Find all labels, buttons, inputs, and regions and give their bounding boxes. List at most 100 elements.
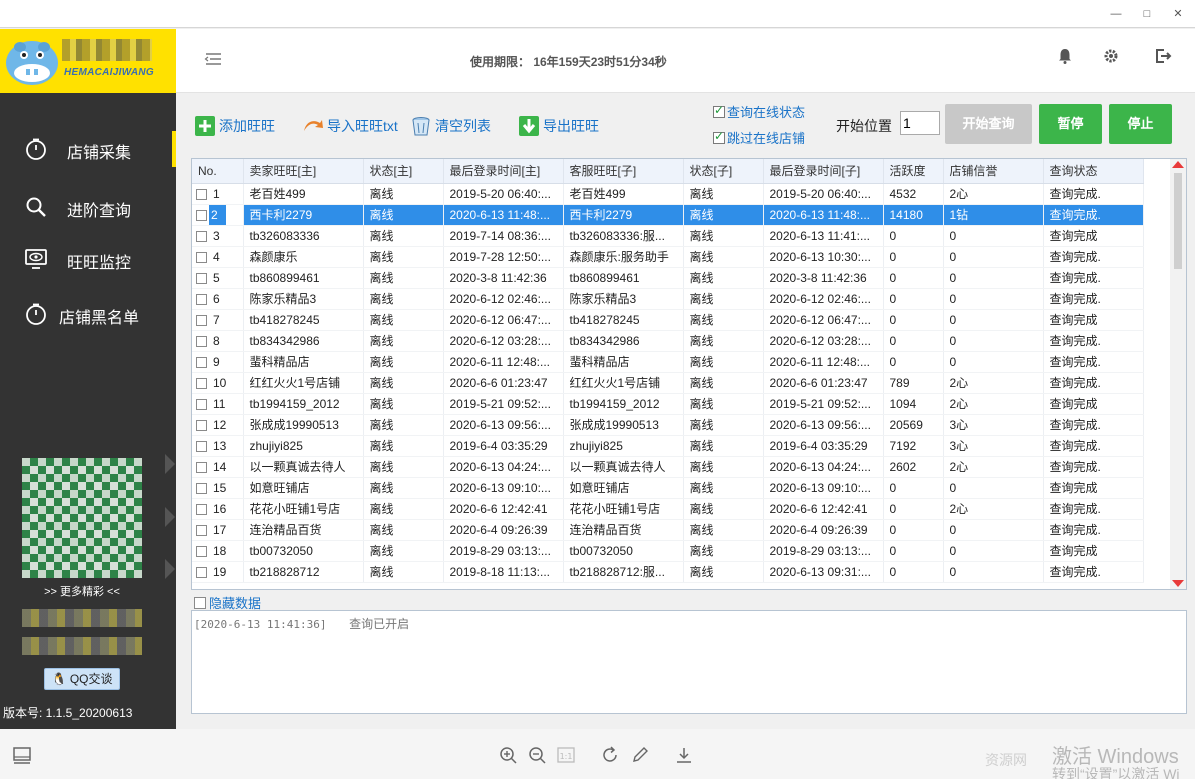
sidebar-item-shop-blacklist[interactable]: 店铺黑名单 [0, 294, 176, 334]
sidebar-item-label: 店铺黑名单 [59, 310, 140, 327]
table-row[interactable]: 13 zhujiyi825 离线 2019-6-4 03:35:29 zhujiyi82… [192, 435, 1144, 457]
table-cell: 森颜康乐 [243, 246, 364, 268]
minimize-button[interactable]: — [1108, 6, 1124, 22]
table-row[interactable]: 4 森颜康乐 离线 2019-7-28 12:50:... 森颜康乐:服务助手 离线 202… [192, 246, 1144, 268]
sidebar-item-wangwang-monitor[interactable]: 旺旺监控 [0, 239, 176, 279]
column-header[interactable]: 卖家旺旺[主] [243, 159, 364, 184]
table-row[interactable]: 15 如意旺铺店 离线 2020-6-13 09:10:... 如意旺铺店 离线 2020-… [192, 477, 1144, 499]
bell-icon[interactable] [1056, 47, 1074, 65]
table-scrollbar[interactable] [1170, 159, 1186, 589]
window-titlebar: — □ ✕ [0, 0, 1195, 28]
table-cell: 4532 [883, 183, 944, 205]
scroll-down-icon[interactable] [1172, 580, 1184, 587]
table-cell: 2020-6-4 09:26:39 [443, 519, 564, 541]
row-checkbox[interactable] [196, 251, 207, 263]
column-header[interactable]: 状态[主] [363, 159, 444, 184]
download-icon[interactable] [674, 745, 694, 765]
table-row[interactable]: 17 连治精品百货 离线 2020-6-4 09:26:39 连治精品百货 离线 2020-… [192, 519, 1144, 541]
table-row[interactable]: 6 陈家乐精品3 离线 2020-6-12 02:46:... 陈家乐精品3 离线 2020… [192, 288, 1144, 310]
svg-text:1:1: 1:1 [560, 752, 573, 761]
row-checkbox[interactable] [196, 293, 207, 305]
logout-icon[interactable] [1154, 47, 1172, 65]
row-checkbox[interactable] [196, 524, 207, 536]
table-cell: 离线 [363, 267, 444, 289]
row-checkbox[interactable] [196, 230, 207, 242]
row-checkbox[interactable] [196, 482, 207, 494]
scrollbar-thumb[interactable] [1174, 173, 1182, 269]
table-row[interactable]: 16 花花小旺铺1号店 离线 2020-6-6 12:42:41 花花小旺铺1号店 离线 2… [192, 498, 1144, 520]
row-checkbox[interactable] [196, 377, 207, 389]
table-row[interactable]: 1 老百姓499 离线 2019-5-20 06:40:... 老百姓499 离线 2019… [192, 183, 1144, 205]
start-position-input[interactable] [900, 111, 940, 135]
table-cell: 2020-6-12 02:46:... [763, 288, 884, 310]
start-query-button[interactable]: 开始查询 [945, 104, 1032, 144]
column-header[interactable]: 活跃度 [883, 159, 944, 184]
column-header[interactable]: 店铺信誉 [943, 159, 1044, 184]
pencil-icon[interactable] [630, 745, 650, 765]
actual-size-icon[interactable]: 1:1 [556, 745, 576, 765]
rotate-icon[interactable] [600, 745, 620, 765]
check-online-status-checkbox[interactable]: 查询在线状态 [713, 102, 805, 121]
close-button[interactable]: ✕ [1170, 6, 1186, 22]
layout-icon[interactable] [12, 745, 32, 765]
pause-button[interactable]: 暂停 [1039, 104, 1102, 144]
row-checkbox[interactable] [196, 545, 207, 557]
export-wangwang-button[interactable]: 导出旺旺 [518, 114, 599, 138]
blurred-info [22, 609, 142, 627]
table-row[interactable]: 19 tb218828712 离线 2019-8-18 11:13:... tb2188… [192, 561, 1144, 583]
row-checkbox[interactable] [196, 314, 207, 326]
skip-online-label: 跳过在线店铺 [727, 131, 806, 146]
sidebar-item-shop-collect[interactable]: 店铺采集 [0, 129, 176, 169]
table-row[interactable]: 12 张成成19990513 离线 2020-6-13 09:56:... 张成成199… [192, 414, 1144, 436]
table-cell: 蜚科精品店 [243, 351, 364, 373]
table-cell: 2020-6-13 09:10:... [763, 477, 884, 499]
table-row[interactable]: 5 tb860899461 离线 2020-3-8 11:42:36 tb8608994… [192, 267, 1144, 289]
import-txt-button[interactable]: 导入旺旺txt [302, 114, 398, 138]
row-checkbox[interactable] [196, 398, 207, 410]
table-row[interactable]: 3 tb326083336 离线 2019-7-14 08:36:... tb32608… [192, 225, 1144, 247]
add-wangwang-button[interactable]: 添加旺旺 [194, 114, 275, 138]
row-checkbox[interactable] [196, 503, 207, 515]
menu-collapse-icon[interactable] [204, 51, 222, 67]
qq-chat-button[interactable]: 🐧 QQ交谈 [44, 668, 120, 690]
zoom-out-icon[interactable] [527, 745, 547, 765]
skip-online-shops-checkbox[interactable]: 跳过在线店铺 [713, 128, 805, 147]
export-wangwang-label: 导出旺旺 [543, 118, 599, 134]
column-header[interactable]: 客服旺旺[子] [563, 159, 684, 184]
stop-button[interactable]: 停止 [1109, 104, 1172, 144]
column-header[interactable]: No. [192, 159, 244, 184]
row-checkbox[interactable] [196, 566, 207, 578]
column-header[interactable]: 最后登录时间[主] [443, 159, 564, 184]
table-row[interactable]: 2 西卡利2279 离线 2020-6-13 11:48:... 西卡利2279 离线 20… [192, 204, 1144, 226]
zoom-in-icon[interactable] [498, 745, 518, 765]
table-row[interactable]: 7 tb418278245 离线 2020-6-12 06:47:... tb41827… [192, 309, 1144, 331]
row-checkbox[interactable] [196, 188, 207, 200]
table-cell: 0 [943, 225, 1044, 247]
table-row[interactable]: 10 红红火火1号店铺 离线 2020-6-6 01:23:47 红红火火1号店铺 离线 2… [192, 372, 1144, 394]
column-header[interactable]: 最后登录时间[子] [763, 159, 884, 184]
row-checkbox[interactable] [196, 440, 207, 452]
table-cell: 连治精品百货 [243, 519, 364, 541]
sidebar-item-advanced-query[interactable]: 进阶查询 [0, 187, 176, 227]
column-header[interactable]: 查询状态 [1043, 159, 1144, 184]
clear-list-button[interactable]: 清空列表 [410, 114, 491, 138]
table-cell: 离线 [683, 288, 764, 310]
table-row[interactable]: 18 tb00732050 离线 2019-8-29 03:13:... tb00732… [192, 540, 1144, 562]
gear-icon[interactable] [1102, 47, 1120, 65]
table-row[interactable]: 9 蜚科精品店 离线 2020-6-11 12:48:... 蜚科精品店 离线 2020-6… [192, 351, 1144, 373]
row-checkbox[interactable] [196, 461, 207, 473]
row-checkbox[interactable] [196, 272, 207, 284]
row-checkbox[interactable] [196, 209, 207, 221]
row-checkbox[interactable] [196, 356, 207, 368]
table-row[interactable]: 11 tb1994159_2012 离线 2019-5-21 09:52:... tb1… [192, 393, 1144, 415]
row-checkbox[interactable] [196, 335, 207, 347]
more-link[interactable]: >> 更多精彩 << [0, 583, 164, 599]
table-cell: 如意旺铺店 [243, 477, 364, 499]
scroll-up-icon[interactable] [1172, 161, 1184, 168]
row-checkbox[interactable] [196, 419, 207, 431]
maximize-button[interactable]: □ [1139, 6, 1155, 22]
table-row[interactable]: 14 以一颗真诚去待人 离线 2020-6-13 04:24:... 以一颗真诚去待人离… [192, 456, 1144, 478]
table-cell: 0 [943, 330, 1044, 352]
table-row[interactable]: 8 tb834342986 离线 2020-6-12 03:28:... tb83434… [192, 330, 1144, 352]
column-header[interactable]: 状态[子] [683, 159, 764, 184]
